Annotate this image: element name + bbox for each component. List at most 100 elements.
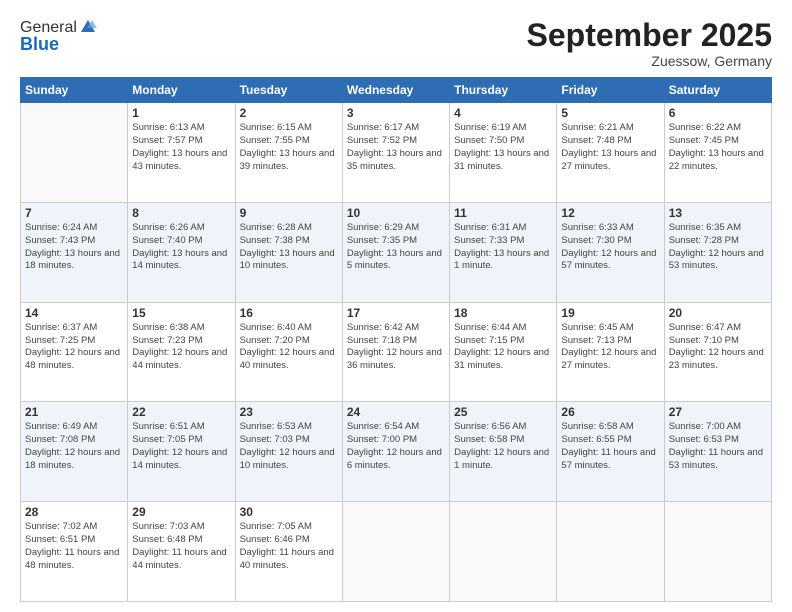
calendar-cell: 19 Sunrise: 6:45 AMSunset: 7:13 PMDayligh…	[557, 302, 664, 402]
calendar-cell: 14Sunrise: 6:37 AMSunset: 7:25 PMDayligh…	[21, 302, 128, 402]
calendar-cell: 29Sunrise: 7:03 AMSunset: 6:48 PMDayligh…	[128, 502, 235, 602]
calendar-cell: 12 Sunrise: 6:33 AMSunset: 7:30 PMDayligh…	[557, 202, 664, 302]
cell-info: Sunrise: 6:51 AMSunset: 7:05 PMDaylight:…	[132, 421, 230, 472]
calendar-cell: 13 Sunrise: 6:35 AMSunset: 7:28 PMDayligh…	[664, 202, 771, 302]
cell-date-number: 30	[240, 505, 338, 519]
calendar-week-row: 7Sunrise: 6:24 AMSunset: 7:43 PMDaylight…	[21, 202, 772, 302]
cell-date-number: 6	[669, 106, 767, 120]
cell-info: Sunrise: 6:49 AMSunset: 7:08 PMDaylight:…	[25, 421, 123, 472]
cell-info: Sunrise: 7:02 AMSunset: 6:51 PMDaylight:…	[25, 521, 123, 572]
cell-date-number: 27	[669, 405, 767, 419]
calendar-cell: 15Sunrise: 6:38 AMSunset: 7:23 PMDayligh…	[128, 302, 235, 402]
cell-date-number: 2	[240, 106, 338, 120]
header-monday: Monday	[128, 78, 235, 103]
cell-info: Sunrise: 6:26 AMSunset: 7:40 PMDaylight:…	[132, 222, 230, 273]
header-friday: Friday	[557, 78, 664, 103]
cell-date-number: 24	[347, 405, 445, 419]
calendar-cell	[664, 502, 771, 602]
calendar-cell: 7Sunrise: 6:24 AMSunset: 7:43 PMDaylight…	[21, 202, 128, 302]
cell-date-number: 11	[454, 206, 552, 220]
cell-info: Sunrise: 6:15 AMSunset: 7:55 PMDaylight:…	[240, 122, 338, 173]
cell-info: Sunrise: 6:22 AMSunset: 7:45 PMDaylight:…	[669, 122, 767, 173]
cell-info: Sunrise: 6:21 AMSunset: 7:48 PMDaylight:…	[561, 122, 659, 173]
calendar-cell: 2 Sunrise: 6:15 AMSunset: 7:55 PMDaylight…	[235, 103, 342, 203]
calendar-week-row: 28 Sunrise: 7:02 AMSunset: 6:51 PMDayligh…	[21, 502, 772, 602]
cell-info: Sunrise: 7:00 AMSunset: 6:53 PMDaylight:…	[669, 421, 767, 472]
header-saturday: Saturday	[664, 78, 771, 103]
cell-info: Sunrise: 6:19 AMSunset: 7:50 PMDaylight:…	[454, 122, 552, 173]
cell-date-number: 20	[669, 306, 767, 320]
cell-info: Sunrise: 6:38 AMSunset: 7:23 PMDaylight:…	[132, 322, 230, 373]
calendar-cell: 10 Sunrise: 6:29 AMSunset: 7:35 PMDayligh…	[342, 202, 449, 302]
calendar-cell: 18 Sunrise: 6:44 AMSunset: 7:15 PMDayligh…	[450, 302, 557, 402]
calendar-cell: 9Sunrise: 6:28 AMSunset: 7:38 PMDaylight…	[235, 202, 342, 302]
cell-info: Sunrise: 6:28 AMSunset: 7:38 PMDaylight:…	[240, 222, 338, 273]
calendar-cell	[342, 502, 449, 602]
cell-date-number: 10	[347, 206, 445, 220]
cell-date-number: 25	[454, 405, 552, 419]
cell-date-number: 17	[347, 306, 445, 320]
cell-info: Sunrise: 6:17 AMSunset: 7:52 PMDaylight:…	[347, 122, 445, 173]
cell-info: Sunrise: 6:33 AMSunset: 7:30 PMDaylight:…	[561, 222, 659, 273]
logo-blue-text: Blue	[20, 34, 97, 55]
calendar-cell: 6 Sunrise: 6:22 AMSunset: 7:45 PMDaylight…	[664, 103, 771, 203]
weekday-header-row: Sunday Monday Tuesday Wednesday Thursday…	[21, 78, 772, 103]
cell-date-number: 29	[132, 505, 230, 519]
calendar-cell: 20 Sunrise: 6:47 AMSunset: 7:10 PMDayligh…	[664, 302, 771, 402]
calendar-cell: 4 Sunrise: 6:19 AMSunset: 7:50 PMDaylight…	[450, 103, 557, 203]
cell-date-number: 13	[669, 206, 767, 220]
title-block: September 2025 Zuessow, Germany	[527, 18, 772, 69]
cell-info: Sunrise: 6:58 AMSunset: 6:55 PMDaylight:…	[561, 421, 659, 472]
calendar-cell: 16 Sunrise: 6:40 AMSunset: 7:20 PMDayligh…	[235, 302, 342, 402]
calendar-cell: 11Sunrise: 6:31 AMSunset: 7:33 PMDayligh…	[450, 202, 557, 302]
cell-info: Sunrise: 6:53 AMSunset: 7:03 PMDaylight:…	[240, 421, 338, 472]
cell-date-number: 26	[561, 405, 659, 419]
cell-info: Sunrise: 6:40 AMSunset: 7:20 PMDaylight:…	[240, 322, 338, 373]
cell-date-number: 1	[132, 106, 230, 120]
cell-date-number: 28	[25, 505, 123, 519]
cell-info: Sunrise: 6:37 AMSunset: 7:25 PMDaylight:…	[25, 322, 123, 373]
calendar-cell	[557, 502, 664, 602]
cell-date-number: 16	[240, 306, 338, 320]
calendar-cell: 25 Sunrise: 6:56 AMSunset: 6:58 PMDayligh…	[450, 402, 557, 502]
calendar-table: Sunday Monday Tuesday Wednesday Thursday…	[20, 77, 772, 602]
calendar-week-row: 14Sunrise: 6:37 AMSunset: 7:25 PMDayligh…	[21, 302, 772, 402]
cell-info: Sunrise: 6:54 AMSunset: 7:00 PMDaylight:…	[347, 421, 445, 472]
cell-info: Sunrise: 6:56 AMSunset: 6:58 PMDaylight:…	[454, 421, 552, 472]
cell-date-number: 19	[561, 306, 659, 320]
cell-info: Sunrise: 6:44 AMSunset: 7:15 PMDaylight:…	[454, 322, 552, 373]
calendar-cell: 3 Sunrise: 6:17 AMSunset: 7:52 PMDaylight…	[342, 103, 449, 203]
month-title: September 2025	[527, 18, 772, 53]
calendar-week-row: 21Sunrise: 6:49 AMSunset: 7:08 PMDayligh…	[21, 402, 772, 502]
cell-date-number: 3	[347, 106, 445, 120]
calendar-cell	[21, 103, 128, 203]
calendar-cell: 8Sunrise: 6:26 AMSunset: 7:40 PMDaylight…	[128, 202, 235, 302]
cell-info: Sunrise: 6:29 AMSunset: 7:35 PMDaylight:…	[347, 222, 445, 273]
calendar-cell: 23 Sunrise: 6:53 AMSunset: 7:03 PMDayligh…	[235, 402, 342, 502]
cell-date-number: 4	[454, 106, 552, 120]
cell-date-number: 23	[240, 405, 338, 419]
logo-icon	[79, 18, 97, 36]
cell-info: Sunrise: 6:42 AMSunset: 7:18 PMDaylight:…	[347, 322, 445, 373]
header-thursday: Thursday	[450, 78, 557, 103]
header-sunday: Sunday	[21, 78, 128, 103]
header-wednesday: Wednesday	[342, 78, 449, 103]
header-tuesday: Tuesday	[235, 78, 342, 103]
logo: General Blue	[20, 18, 97, 55]
cell-date-number: 5	[561, 106, 659, 120]
cell-info: Sunrise: 7:05 AMSunset: 6:46 PMDaylight:…	[240, 521, 338, 572]
calendar-cell: 21Sunrise: 6:49 AMSunset: 7:08 PMDayligh…	[21, 402, 128, 502]
cell-date-number: 12	[561, 206, 659, 220]
cell-info: Sunrise: 6:45 AMSunset: 7:13 PMDaylight:…	[561, 322, 659, 373]
cell-info: Sunrise: 6:13 AMSunset: 7:57 PMDaylight:…	[132, 122, 230, 173]
cell-info: Sunrise: 6:35 AMSunset: 7:28 PMDaylight:…	[669, 222, 767, 273]
location-subtitle: Zuessow, Germany	[527, 53, 772, 69]
calendar-cell: 30 Sunrise: 7:05 AMSunset: 6:46 PMDayligh…	[235, 502, 342, 602]
cell-date-number: 22	[132, 405, 230, 419]
calendar-cell: 1 Sunrise: 6:13 AMSunset: 7:57 PMDaylight…	[128, 103, 235, 203]
cell-info: Sunrise: 6:47 AMSunset: 7:10 PMDaylight:…	[669, 322, 767, 373]
cell-date-number: 18	[454, 306, 552, 320]
page: General Blue September 2025 Zuessow, Ger…	[0, 0, 792, 612]
calendar-cell: 24 Sunrise: 6:54 AMSunset: 7:00 PMDayligh…	[342, 402, 449, 502]
calendar-cell: 26 Sunrise: 6:58 AMSunset: 6:55 PMDayligh…	[557, 402, 664, 502]
